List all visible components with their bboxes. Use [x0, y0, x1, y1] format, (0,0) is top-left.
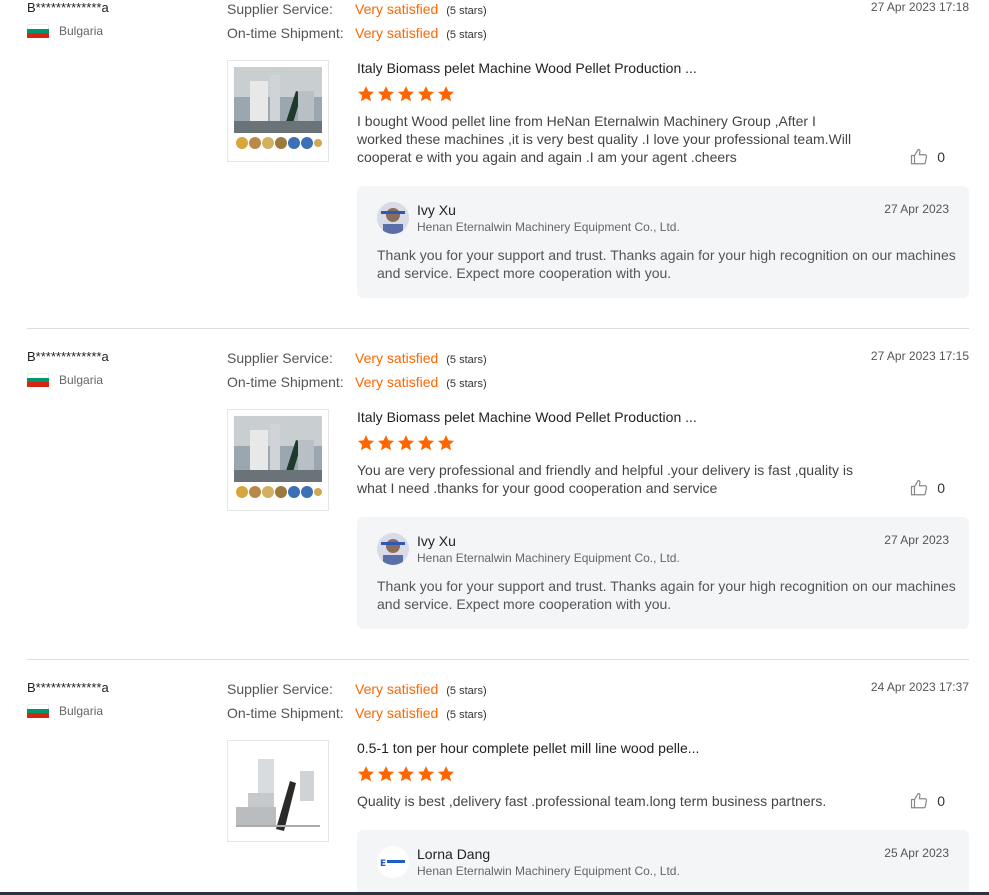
shipment-label: On-time Shipment:: [227, 705, 344, 721]
shipment-rating: On-time Shipment: Very satisfied (5 star…: [227, 705, 487, 721]
supplier-service-rating: Supplier Service: Very satisfied (5 star…: [227, 350, 487, 366]
like-button[interactable]: 0: [910, 792, 945, 810]
product-image[interactable]: [227, 60, 329, 162]
divider: [27, 328, 969, 329]
shipment-rating: On-time Shipment: Very satisfied (5 star…: [227, 374, 487, 390]
supplier-service-label: Supplier Service:: [227, 350, 333, 366]
buyer-country: Bulgaria: [27, 704, 103, 718]
review-text: You are very professional and friendly a…: [357, 462, 853, 496]
supplier-reply: E Lorna Dang Henan Eternalwin Machinery …: [357, 830, 969, 895]
bulgaria-flag-icon: [27, 373, 49, 387]
country-name: Bulgaria: [59, 24, 104, 38]
review-text: I bought Wood pellet line from HeNan Ete…: [357, 113, 852, 165]
star-icon: [417, 86, 435, 102]
country-name: Bulgaria: [59, 704, 104, 718]
star-icon: [417, 766, 435, 782]
buyer-country: Bulgaria: [27, 373, 103, 387]
star-icon: [437, 435, 455, 451]
star-icon: [357, 435, 375, 451]
star-icon: [417, 435, 435, 451]
avatar: [377, 533, 409, 565]
shipment-label: On-time Shipment:: [227, 25, 344, 41]
like-count: 0: [937, 793, 945, 809]
replier-company: Henan Eternalwin Machinery Equipment Co.…: [417, 220, 680, 234]
supplier-reply: Ivy Xu Henan Eternalwin Machinery Equipm…: [357, 186, 969, 298]
star-icon: [377, 766, 395, 782]
product-title-link[interactable]: Italy Biomass pelet Machine Wood Pellet …: [357, 409, 697, 425]
replier-name: Ivy Xu: [417, 202, 456, 218]
shipment-stars: (5 stars): [446, 29, 487, 41]
star-icon: [357, 86, 375, 102]
review-date: 24 Apr 2023 17:37: [870, 680, 969, 694]
buyer-country: Bulgaria: [27, 24, 103, 38]
shipment-stars: (5 stars): [446, 709, 487, 721]
supplier-reply: Ivy Xu Henan Eternalwin Machinery Equipm…: [357, 517, 969, 629]
reply-date: 27 Apr 2023: [884, 533, 949, 547]
replier-company: Henan Eternalwin Machinery Equipment Co.…: [417, 551, 680, 565]
supplier-service-value: Very satisfied: [355, 350, 439, 366]
review-card: B*************a Bulgaria Supplier Servic…: [27, 680, 969, 895]
review-date: 27 Apr 2023 17:18: [870, 0, 969, 14]
supplier-service-value: Very satisfied: [355, 1, 439, 17]
shipment-value: Very satisfied: [355, 374, 439, 390]
like-count: 0: [937, 149, 945, 165]
review-stars: [357, 85, 455, 103]
buyer-name: B*************a: [27, 680, 109, 695]
shipment-label: On-time Shipment:: [227, 374, 344, 390]
supplier-service-rating: Supplier Service: Very satisfied (5 star…: [227, 681, 487, 697]
divider: [27, 659, 969, 660]
avatar: [377, 202, 409, 234]
star-icon: [397, 86, 415, 102]
replier-company: Henan Eternalwin Machinery Equipment Co.…: [417, 864, 680, 878]
product-image[interactable]: [227, 740, 329, 842]
supplier-service-stars: (5 stars): [446, 5, 487, 17]
star-icon: [377, 86, 395, 102]
supplier-service-stars: (5 stars): [446, 354, 487, 366]
supplier-service-rating: Supplier Service: Very satisfied (5 star…: [227, 1, 487, 17]
review-date: 27 Apr 2023 17:15: [870, 349, 969, 363]
thumbs-up-icon: [911, 148, 928, 165]
supplier-service-label: Supplier Service:: [227, 681, 333, 697]
star-icon: [357, 766, 375, 782]
buyer-name: B*************a: [27, 349, 109, 364]
star-icon: [437, 86, 455, 102]
shipment-value: Very satisfied: [355, 25, 439, 41]
thumbs-up-icon: [911, 479, 928, 496]
country-name: Bulgaria: [59, 373, 104, 387]
like-count: 0: [937, 480, 945, 496]
product-image[interactable]: [227, 409, 329, 511]
star-icon: [377, 435, 395, 451]
buyer-name: B*************a: [27, 0, 109, 15]
reply-text: Thank you for your support and trust. Th…: [377, 247, 956, 281]
shipment-value: Very satisfied: [355, 705, 439, 721]
star-icon: [397, 766, 415, 782]
reply-date: 25 Apr 2023: [884, 846, 949, 860]
replier-name: Lorna Dang: [417, 846, 491, 862]
supplier-service-label: Supplier Service:: [227, 1, 333, 17]
svg-text:E: E: [380, 859, 386, 869]
review-card: B*************a Bulgaria Supplier Servic…: [27, 0, 969, 300]
like-button[interactable]: 0: [910, 148, 945, 166]
review-card: B*************a Bulgaria Supplier Servic…: [27, 349, 969, 631]
product-title-link[interactable]: 0.5-1 ton per hour complete pellet mill …: [357, 740, 699, 756]
star-icon: [437, 766, 455, 782]
bulgaria-flag-icon: [27, 24, 49, 38]
supplier-service-value: Very satisfied: [355, 681, 439, 697]
review-text: Quality is best ,delivery fast .professi…: [357, 793, 827, 809]
avatar: E: [377, 846, 409, 878]
review-stars: [357, 434, 455, 452]
replier-name: Ivy Xu: [417, 533, 456, 549]
supplier-service-stars: (5 stars): [446, 685, 487, 697]
shipment-stars: (5 stars): [446, 378, 487, 390]
reply-text: Thank you for your support and trust. Th…: [377, 578, 956, 612]
reply-date: 27 Apr 2023: [884, 202, 949, 216]
star-icon: [397, 435, 415, 451]
like-button[interactable]: 0: [910, 479, 945, 497]
product-title-link[interactable]: Italy Biomass pelet Machine Wood Pellet …: [357, 60, 697, 76]
review-stars: [357, 765, 455, 783]
thumbs-up-icon: [911, 792, 928, 809]
bulgaria-flag-icon: [27, 704, 49, 718]
shipment-rating: On-time Shipment: Very satisfied (5 star…: [227, 25, 487, 41]
